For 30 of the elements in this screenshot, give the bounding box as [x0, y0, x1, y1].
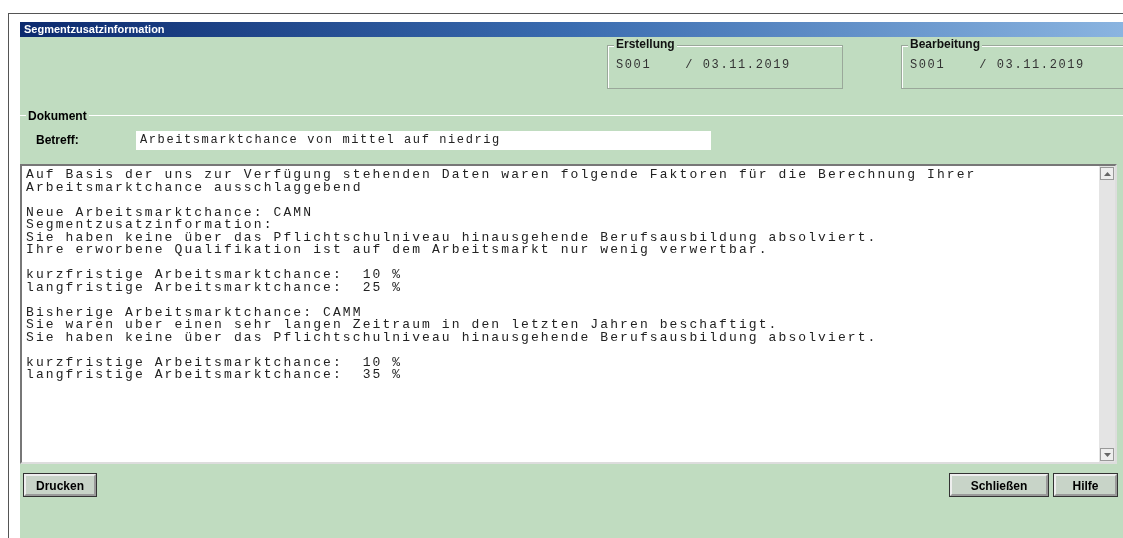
text-line: kurzfristige Arbeitsmarktchance: 10 %: [26, 356, 404, 369]
group-label: Dokument: [26, 109, 89, 123]
window-title: Segmentzusatzinformation: [20, 22, 1123, 37]
text-line: langfristige Arbeitsmarktchance: 25 %: [26, 281, 404, 294]
subject-field[interactable]: Arbeitsmarktchance von mittel auf niedrig: [136, 130, 711, 150]
print-button[interactable]: Drucken: [24, 474, 97, 496]
dialog-button[interactable]: Schließen: [950, 474, 1048, 496]
dialog-button[interactable]: Hilfe: [1054, 474, 1117, 496]
text-line: Bisherige Arbeitsmarktchance: CAMM: [26, 306, 363, 319]
text-line: kurzfristige Arbeitsmarktchance: 10 %: [26, 269, 404, 282]
text-line: Sie haben keine über das Pflichtschulniveau hinausgehende Berufsausbildung absolviert.: [26, 231, 879, 244]
text-area[interactable]: [20, 164, 1117, 464]
text-line: Sie waren uber einen sehr langen Zeitraum in den letzten Jahren beschaftigt.: [26, 319, 780, 332]
text-line: Segmentzusatzinformation:: [26, 219, 275, 232]
text-line: Neue Arbeitsmarktchance: CAMN: [26, 206, 315, 219]
date-text: / 03.11.2019: [979, 58, 1085, 72]
field-label: Betreff:: [36, 133, 80, 147]
group-label: Bearbeitung: [908, 37, 982, 51]
text-line: langfristige Arbeitsmarktchance: 35 %: [26, 369, 404, 382]
date-text: / 03.11.2019: [685, 58, 791, 72]
user-code: S001: [616, 58, 652, 72]
scroll-down-icon[interactable]: [1100, 448, 1114, 461]
scrollbar[interactable]: [1099, 166, 1115, 462]
text-line: Ihre erworbene Qualifikation ist auf dem Arbeitsmarkt nur wenig verwertbar.: [26, 244, 770, 257]
user-code: S001: [910, 58, 946, 72]
scroll-up-icon[interactable]: [1100, 167, 1114, 180]
text-line: Sie haben keine über das Pflichtschulniveau hinausgehende Berufsausbildung absolviert.: [26, 331, 879, 344]
text-line: Auf Basis der uns zur Verfügung stehenden Daten waren folgende Faktoren für die Berechnung Ihrer: [26, 169, 978, 182]
group-label: Erstellung: [614, 37, 677, 51]
text-line: Arbeitsmarktchance ausschlaggebend: [26, 181, 364, 194]
